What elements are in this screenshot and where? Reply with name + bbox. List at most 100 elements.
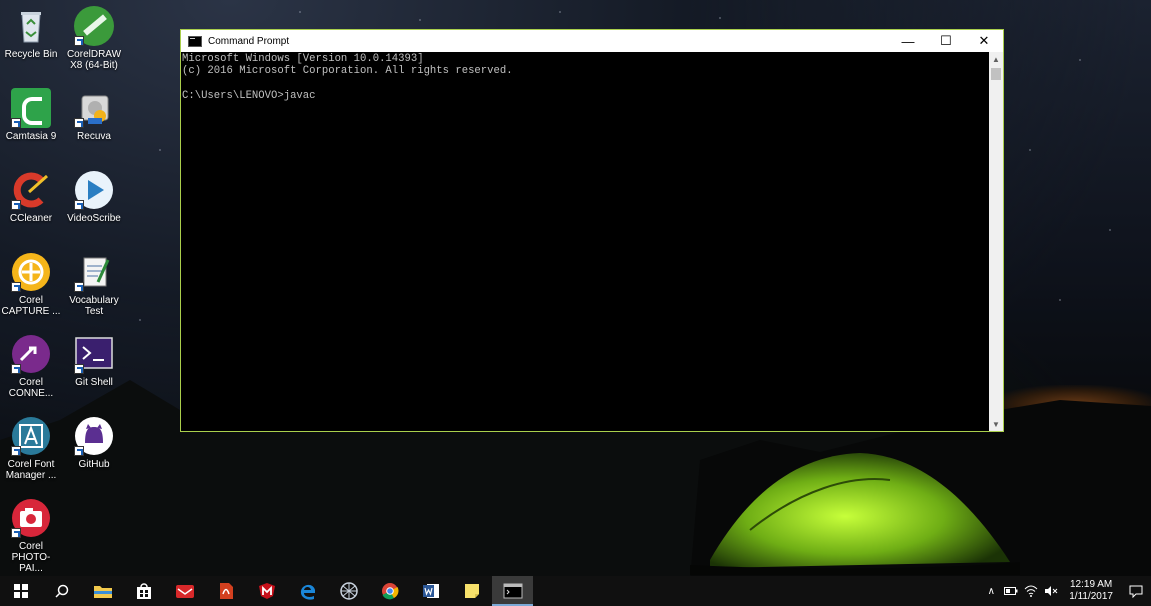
corel-capture-icon [11,252,51,292]
vertical-scrollbar[interactable]: ▲ ▼ [989,52,1003,431]
scroll-down-icon[interactable]: ▼ [989,417,1003,431]
show-hidden-icons-button[interactable]: ∧ [981,576,1001,606]
ccleaner-icon [11,170,51,210]
shortcut-arrow-icon [11,364,21,374]
shortcut-arrow-icon [11,200,21,210]
command-prompt-icon [188,35,202,47]
desktop-icon-label: VideoScribe [67,213,121,224]
window-title: Command Prompt [208,35,290,47]
desktop-icon-corel-photo-paint[interactable]: Corel PHOTO-PAI... [0,498,62,574]
taskbar-word[interactable] [410,576,451,606]
shortcut-arrow-icon [74,118,84,128]
desktop-icon-label: Camtasia 9 [5,131,57,142]
taskbar-pdf[interactable] [205,576,246,606]
volume-muted-icon[interactable] [1041,576,1061,606]
scroll-up-icon[interactable]: ▲ [989,52,1003,66]
shortcut-arrow-icon [11,282,21,292]
clock-time: 12:19 AM [1069,579,1113,590]
shortcut-arrow-icon [11,446,21,456]
shortcut-arrow-icon [11,118,21,128]
git-shell-icon [74,334,114,374]
desktop-icon-recuva[interactable]: Recuva [63,88,125,142]
scrollbar-thumb[interactable] [991,68,1001,80]
taskbar-command-prompt[interactable] [492,576,533,606]
taskbar-edge[interactable] [287,576,328,606]
taskbar-sticky-notes[interactable] [451,576,492,606]
corel-font-manager-icon [11,416,51,456]
vocabulary-test-icon [74,252,114,292]
window-titlebar[interactable]: Command Prompt — ☐ ✕ [181,30,1003,52]
taskbar-clock[interactable]: 12:19 AM 1/11/2017 [1069,579,1113,603]
desktop-icon-corel-connect[interactable]: Corel CONNE... [0,334,62,399]
desktop-icon-git-shell[interactable]: Git Shell [63,334,125,388]
desktop-icon-ccleaner[interactable]: CCleaner [0,170,62,224]
taskbar-file-explorer[interactable] [82,576,123,606]
chrome-icon [381,583,398,600]
taskbar-mail[interactable] [164,576,205,606]
search-button[interactable] [41,576,82,606]
desktop-icon-label: CorelDRAW X8 (64-Bit) [66,49,122,71]
desktop-icon-label: Git Shell [75,377,113,388]
mcafee-icon [258,583,275,599]
action-center-button[interactable] [1121,576,1151,606]
sticky-notes-icon [464,584,479,598]
recuva-icon [74,88,114,128]
recycle-bin-icon [11,6,51,46]
desktop-icon-corel-font-manager[interactable]: Corel Font Manager ... [0,416,62,481]
desktop-icon-label: Recuva [77,131,111,142]
notification-icon [1129,585,1143,598]
command-prompt-window[interactable]: Command Prompt — ☐ ✕ Microsoft Windows [… [180,29,1004,432]
clock-date: 1/11/2017 [1069,591,1113,602]
wifi-icon[interactable] [1021,576,1041,606]
desktop-icon-videoscribe[interactable]: VideoScribe [63,170,125,224]
desktop-icon-camtasia[interactable]: Camtasia 9 [0,88,62,142]
desktop-icon-label: Corel CAPTURE ... [1,295,61,317]
system-tray: ∧ 12:19 AM 1/11/2017 [981,576,1151,606]
desktop-icon-coreldraw[interactable]: CorelDRAW X8 (64-Bit) [63,6,125,71]
taskbar-mcafee[interactable] [246,576,287,606]
desktop-icon-label: Corel PHOTO-PAI... [11,541,51,574]
videoscribe-icon [74,170,114,210]
desktop-icon-label: GitHub [78,459,110,470]
file-explorer-icon [93,586,112,598]
github-icon [74,416,114,456]
shortcut-arrow-icon [74,364,84,374]
desktop-icon-label: CCleaner [9,213,53,224]
minimize-button[interactable]: — [889,30,927,52]
start-button[interactable] [0,576,41,606]
console-output[interactable]: Microsoft Windows [Version 10.0.14393] (… [181,52,990,431]
edge-icon [300,584,315,600]
desktop-icon-label: Corel CONNE... [8,377,54,399]
taskbar-network-app[interactable] [328,576,369,606]
taskbar-store[interactable] [123,576,164,606]
mail-icon [175,585,194,598]
chevron-up-icon: ∧ [987,585,995,597]
camtasia-icon [11,88,51,128]
corel-photo-paint-icon [11,498,51,538]
desktop-icon-vocabulary-test[interactable]: Vocabulary Test [63,252,125,317]
corel-connect-icon [11,334,51,374]
battery-icon[interactable] [1001,576,1021,606]
desktop-icon-github[interactable]: GitHub [63,416,125,470]
close-button[interactable]: ✕ [965,30,1003,52]
shortcut-arrow-icon [74,200,84,210]
desktop-icon-label: Corel Font Manager ... [5,459,57,481]
taskbar-chrome[interactable] [369,576,410,606]
desktop-icon-recycle-bin[interactable]: Recycle Bin [0,6,62,60]
command-prompt-icon [503,583,522,599]
shortcut-arrow-icon [74,36,84,46]
maximize-button[interactable]: ☐ [927,30,965,52]
shortcut-arrow-icon [74,282,84,292]
word-icon [422,584,439,598]
taskbar: ∧ 12:19 AM 1/11/2017 [0,576,1151,606]
wallpaper-tent [690,453,1020,575]
pdf-icon [219,583,233,599]
network-app-icon [339,582,358,600]
coreldraw-icon [74,6,114,46]
desktop-icon-corel-capture[interactable]: Corel CAPTURE ... [0,252,62,317]
desktop-icon-label: Vocabulary Test [69,295,119,317]
store-icon [136,583,151,599]
desktop-icon-label: Recycle Bin [4,49,58,60]
shortcut-arrow-icon [74,446,84,456]
start-icon [13,584,28,598]
